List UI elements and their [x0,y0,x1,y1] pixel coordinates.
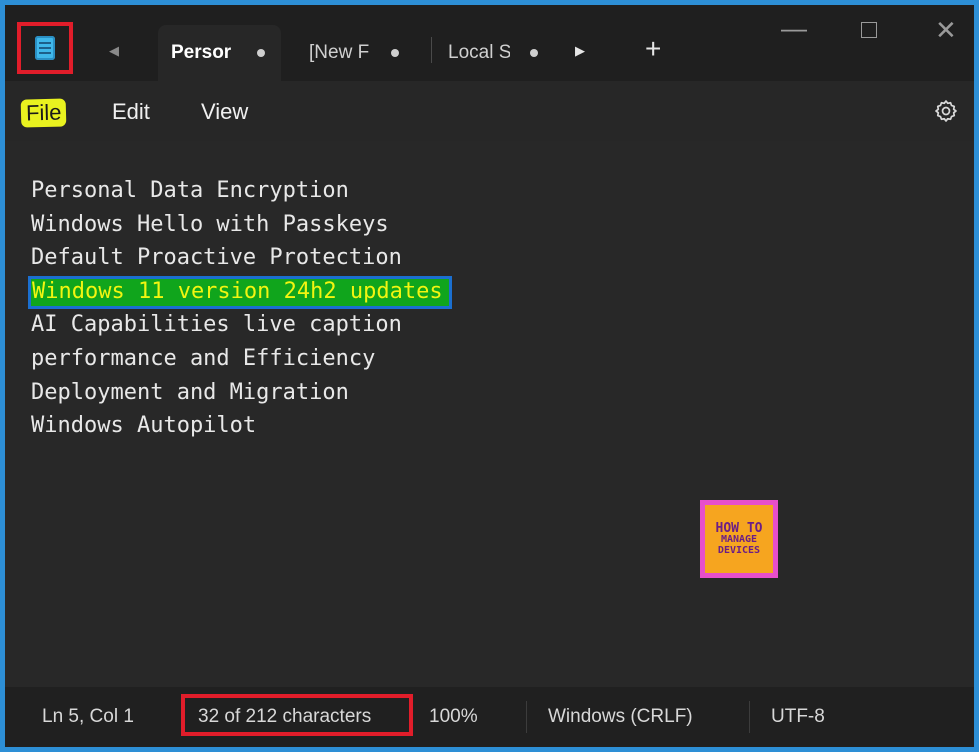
menu-edit[interactable]: Edit [112,99,150,125]
how-to-manage-devices-logo: HOW TO MANAGE DEVICES [700,500,778,578]
tab-local[interactable]: Local S [448,25,558,81]
menu-bar: File Edit View [5,81,974,141]
gear-icon[interactable] [933,98,959,124]
menu-file[interactable]: File [20,98,67,128]
notepad-icon[interactable] [35,36,55,60]
logo-line1: HOW TO [715,520,763,536]
minimize-icon[interactable]: — [781,13,807,44]
tab-label: Persor [171,42,232,63]
zoom-level[interactable]: 100% [429,706,478,728]
tab-label: [New F [309,42,370,63]
editor-line: Default Proactive Protection [31,245,402,271]
status-divider [526,701,527,733]
menu-view[interactable]: View [201,99,248,125]
tab-new-file[interactable]: [New F [309,25,417,81]
editor-line: Personal Data Encryption [31,178,349,203]
tab-persor[interactable]: Persor [158,25,281,81]
editor-line: performance and Efficiency [31,345,376,371]
line-ending[interactable]: Windows (CRLF) [548,706,693,728]
cursor-position[interactable]: Ln 5, Col 1 [42,706,134,728]
menu-file-label: File [20,98,67,128]
editor-line-selected: Windows 11 version 24h2 updates [28,275,452,309]
close-icon[interactable]: ✕ [935,15,957,46]
editor-line: AI Capabilities live caption [31,312,402,338]
status-divider [749,701,750,733]
tab-scroll-right-icon[interactable]: ▶ [575,43,585,59]
unsaved-dot-icon[interactable] [391,49,399,57]
unsaved-dot-icon[interactable] [530,49,538,57]
editor-lines: Personal Data Encryption Windows Hello w… [28,174,452,443]
text-editor[interactable]: Personal Data Encryption Windows Hello w… [5,141,974,687]
tab-label: Local S [448,42,510,63]
unsaved-dot-icon[interactable] [257,49,265,57]
editor-line: Deployment and Migration [31,379,349,405]
editor-line: Windows Autopilot [31,413,257,439]
tab-divider [431,37,432,63]
logo-line3: DEVICES [717,544,761,556]
title-bar: ◀ Persor [New F Local S ▶ + — ✕ [5,5,974,81]
tab-scroll-left-icon[interactable]: ◀ [109,43,119,59]
encoding[interactable]: UTF-8 [771,706,825,728]
logo-inner: HOW TO MANAGE DEVICES [705,505,773,573]
notepad-window: ◀ Persor [New F Local S ▶ + — ✕ File Edi… [5,5,974,747]
maximize-icon[interactable] [861,22,877,38]
status-bar: Ln 5, Col 1 32 of 212 characters 100% Wi… [5,687,974,747]
new-tab-button[interactable]: + [645,35,661,63]
selected-text: Windows 11 version 24h2 updates [28,275,452,309]
editor-line: Windows Hello with Passkeys [31,211,389,237]
app-icon-callout [17,22,73,74]
character-count: 32 of 212 characters [198,706,372,727]
